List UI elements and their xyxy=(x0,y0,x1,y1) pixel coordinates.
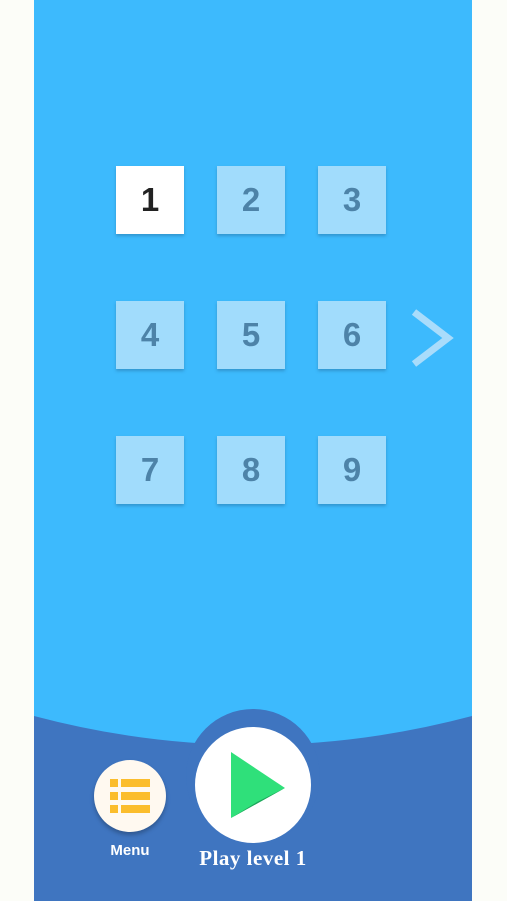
level-tile-7[interactable]: 7 xyxy=(116,436,184,504)
chevron-right-icon xyxy=(411,309,454,367)
level-grid: 1 2 3 4 5 6 7 8 9 xyxy=(116,166,387,504)
level-tile-2[interactable]: 2 xyxy=(217,166,285,234)
play-label: Play level 1 xyxy=(199,846,307,870)
level-tile-4[interactable]: 4 xyxy=(116,301,184,369)
next-page-button[interactable] xyxy=(408,308,454,368)
play-icon xyxy=(231,752,285,818)
level-tile-1[interactable]: 1 xyxy=(116,166,184,234)
level-tile-9[interactable]: 9 xyxy=(318,436,386,504)
level-tile-5[interactable]: 5 xyxy=(217,301,285,369)
list-icon xyxy=(110,779,150,813)
play-button[interactable] xyxy=(195,727,311,843)
level-tile-8[interactable]: 8 xyxy=(217,436,285,504)
level-tile-3[interactable]: 3 xyxy=(318,166,386,234)
level-select-screen: 1 2 3 4 5 6 7 8 9 Menu Play level 1 xyxy=(34,0,472,901)
level-tile-6[interactable]: 6 xyxy=(318,301,386,369)
menu-button[interactable] xyxy=(94,760,166,832)
